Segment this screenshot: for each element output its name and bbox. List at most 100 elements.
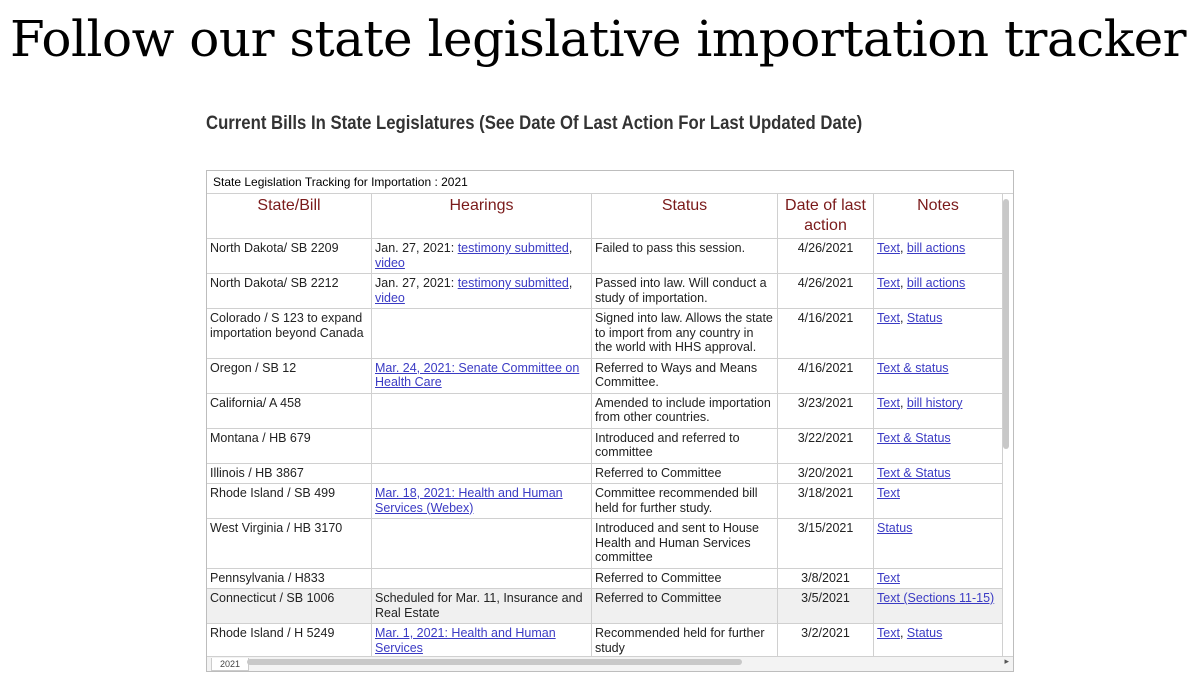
- cell-hearings: [371, 308, 592, 359]
- cell-date: 4/26/2021: [777, 238, 874, 274]
- bill-name: Rhode Island / H 5249: [210, 626, 335, 640]
- notes-link[interactable]: Text: [877, 241, 900, 255]
- notes-link[interactable]: bill actions: [907, 241, 965, 255]
- vertical-scrollbar[interactable]: [1003, 199, 1009, 449]
- hearing-link[interactable]: Mar. 24, 2021: Senate Committee on Healt…: [375, 361, 579, 390]
- legislation-table: State/Bill Hearings Status Date of last …: [207, 194, 1003, 671]
- header-status: Status: [591, 194, 778, 239]
- embedded-spreadsheet: State Legislation Tracking for Importati…: [206, 170, 1014, 672]
- status-text: Passed into law. Will conduct a study of…: [595, 276, 767, 305]
- header-hearings: Hearings: [371, 194, 592, 239]
- header-notes: Notes: [873, 194, 1003, 239]
- notes-link[interactable]: Text & status: [877, 361, 949, 375]
- notes-link[interactable]: Status: [907, 311, 942, 325]
- cell-status: Passed into law. Will conduct a study of…: [591, 273, 778, 309]
- last-action-date: 3/18/2021: [797, 486, 854, 500]
- cell-hearings: [371, 568, 592, 589]
- notes-link[interactable]: Status: [907, 626, 942, 640]
- status-text: Failed to pass this session.: [595, 241, 746, 255]
- cell-status: Referred to Ways and Means Committee.: [591, 358, 778, 394]
- cell-date: 4/26/2021: [777, 273, 874, 309]
- bill-name: Montana / HB 679: [210, 430, 311, 445]
- table-row: Montana / HB 679 Introduced and referred …: [207, 428, 1003, 464]
- notes-link[interactable]: Text: [877, 311, 900, 325]
- notes-link[interactable]: Text: [877, 276, 900, 290]
- cell-state-bill: Rhode Island / SB 499: [207, 483, 372, 519]
- status-text: Introduced and referred to committee: [595, 430, 740, 460]
- notes-link[interactable]: Text: [877, 396, 900, 410]
- sheet-tab[interactable]: 2021: [211, 658, 250, 671]
- cell-status: Introduced and referred to committee: [591, 428, 778, 464]
- bill-name: Illinois / HB 3867: [210, 465, 304, 480]
- bill-name: Connecticut / SB 1006: [210, 591, 335, 605]
- last-action-date: 3/15/2021: [797, 521, 854, 535]
- cell-date: 3/8/2021: [777, 568, 874, 589]
- cell-date: 3/20/2021: [777, 463, 874, 484]
- last-action-date: 4/26/2021: [797, 276, 854, 290]
- bill-name: Pennsylvania / H833: [210, 570, 325, 585]
- cell-status: Referred to Committee: [591, 588, 778, 624]
- cell-hearings: Mar. 18, 2021: Health and Human Services…: [371, 483, 592, 519]
- notes-link[interactable]: bill actions: [907, 276, 965, 290]
- header-date: Date of last action: [777, 194, 874, 239]
- table-row: Illinois / HB 3867 Referred to Committee 3…: [207, 463, 1003, 484]
- cell-state-bill: Pennsylvania / H833: [207, 568, 372, 589]
- status-text: Committee recommended bill held for furt…: [595, 486, 758, 515]
- notes-link[interactable]: Text: [877, 486, 900, 500]
- status-text: Referred to Committee: [595, 570, 722, 585]
- notes-link[interactable]: Text: [877, 626, 900, 640]
- table-row: Rhode Island / SB 499 Mar. 18, 2021: Heal…: [207, 483, 1003, 519]
- hearing-link[interactable]: video: [375, 256, 405, 270]
- notes-link[interactable]: Text & Status: [877, 466, 951, 480]
- status-text: Recommended held for further study: [595, 626, 765, 655]
- bill-name: West Virginia / HB 3170: [210, 521, 343, 535]
- last-action-date: 3/22/2021: [797, 430, 854, 445]
- cell-state-bill: Connecticut / SB 1006: [207, 588, 372, 624]
- hearing-link[interactable]: Mar. 18, 2021: Health and Human Services…: [375, 486, 563, 515]
- cell-state-bill: Rhode Island / H 5249: [207, 623, 372, 659]
- section-subheading: Current Bills In State Legislatures (See…: [206, 113, 863, 134]
- cell-hearings: [371, 428, 592, 464]
- cell-status: Failed to pass this session.: [591, 238, 778, 274]
- cell-status: Amended to include importation from othe…: [591, 393, 778, 429]
- last-action-date: 3/5/2021: [801, 591, 850, 605]
- cell-notes: Status: [873, 518, 1003, 569]
- cell-state-bill: California/ A 458: [207, 393, 372, 429]
- table-row: Rhode Island / H 5249 Mar. 1, 2021: Healt…: [207, 623, 1003, 659]
- cell-status: Introduced and sent to House Health and …: [591, 518, 778, 569]
- cell-hearings: Jan. 27, 2021: testimony submitted, vide…: [371, 238, 592, 274]
- cell-hearings: [371, 518, 592, 569]
- cell-date: 3/5/2021: [777, 588, 874, 624]
- hearing-link[interactable]: video: [375, 291, 405, 305]
- hearing-link[interactable]: testimony submitted: [458, 241, 569, 255]
- last-action-date: 3/8/2021: [801, 570, 850, 585]
- table-row: Connecticut / SB 1006 Scheduled for Mar. …: [207, 588, 1003, 624]
- cell-status: Referred to Committee: [591, 463, 778, 484]
- cell-notes: Text: [873, 568, 1003, 589]
- hearing-text: Jan. 27, 2021:: [375, 276, 458, 290]
- scroll-right-arrow-icon[interactable]: ▸: [1004, 657, 1009, 667]
- cell-state-bill: North Dakota/ SB 2212: [207, 273, 372, 309]
- hearing-link[interactable]: testimony submitted: [458, 276, 569, 290]
- cell-status: Referred to Committee: [591, 568, 778, 589]
- hearing-link[interactable]: Mar. 1, 2021: Health and Human Services: [375, 626, 556, 655]
- notes-link[interactable]: Text & Status: [877, 431, 951, 445]
- cell-hearings: Mar. 24, 2021: Senate Committee on Healt…: [371, 358, 592, 394]
- cell-state-bill: Colorado / S 123 to expand importation b…: [207, 308, 372, 359]
- cell-hearings: [371, 393, 592, 429]
- horizontal-scrollbar[interactable]: [247, 659, 742, 665]
- status-text: Signed into law. Allows the state to imp…: [595, 311, 773, 354]
- cell-date: 3/2/2021: [777, 623, 874, 659]
- notes-link[interactable]: Text: [877, 571, 900, 585]
- bill-name: North Dakota/ SB 2209: [210, 241, 339, 255]
- cell-status: Signed into law. Allows the state to imp…: [591, 308, 778, 359]
- last-action-date: 4/16/2021: [797, 360, 854, 375]
- cell-notes: Text (Sections 11-15): [873, 588, 1003, 624]
- hearing-text: Jan. 27, 2021:: [375, 241, 458, 255]
- sheet-bottom-bar: 2021 ▸: [207, 656, 1013, 671]
- notes-link[interactable]: Text (Sections 11-15): [877, 591, 994, 605]
- notes-link[interactable]: Status: [877, 521, 912, 535]
- cell-notes: Text, bill history: [873, 393, 1003, 429]
- table-row: Oregon / SB 12 Mar. 24, 2021: Senate Comm…: [207, 358, 1003, 394]
- notes-link[interactable]: bill history: [907, 396, 963, 410]
